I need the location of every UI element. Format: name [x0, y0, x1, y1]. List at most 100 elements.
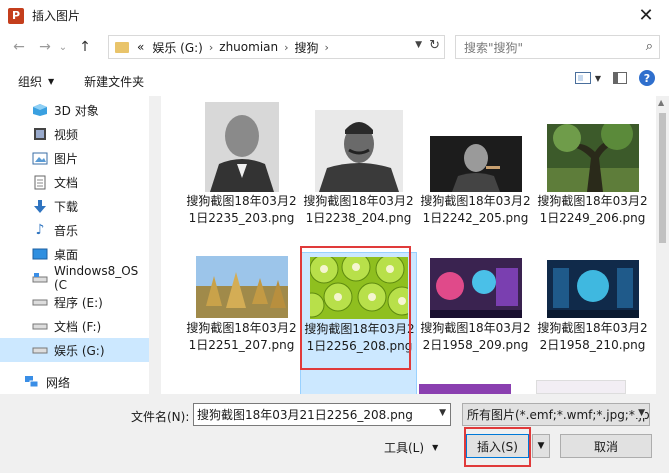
forward-button[interactable]: → — [34, 36, 56, 58]
sidebar-item-label: 音乐 — [54, 223, 79, 238]
organize-menu[interactable]: 组织 ▼ — [18, 73, 54, 90]
search-input[interactable]: 搜索"搜狗" ⌕ — [455, 35, 660, 59]
image-thumbnail — [429, 136, 522, 192]
breadcrumb-item[interactable]: zhuomian — [219, 40, 278, 54]
sidebar-item-drive-e[interactable]: 程序 (E:) — [0, 290, 150, 314]
chevron-right-icon: › — [284, 40, 289, 54]
drive-icon — [32, 319, 48, 333]
drive-icon — [32, 271, 48, 285]
insert-options-button[interactable]: ▼ — [532, 434, 550, 458]
sidebar-item-label: 下载 — [54, 199, 79, 214]
search-placeholder: 搜索"搜狗" — [464, 40, 524, 55]
tools-label: 工具(L) — [384, 441, 425, 455]
sidebar-item-documents[interactable]: 文档 — [0, 170, 150, 194]
back-button[interactable]: ← — [8, 36, 30, 58]
scroll-up-icon[interactable]: ▲ — [658, 98, 664, 107]
sidebar-item-network[interactable]: 网络 — [0, 370, 150, 394]
file-list-scrollbar[interactable]: ▲ — [656, 96, 669, 394]
drive-icon — [32, 295, 48, 309]
sidebar-item-drive-g[interactable]: 娱乐 (G:) — [0, 338, 150, 362]
sidebar-item-label: 3D 对象 — [54, 103, 99, 118]
file-tile[interactable]: 搜狗截图18年03月21日2251_207.png — [183, 252, 300, 394]
sidebar-scrollbar[interactable] — [149, 96, 161, 394]
search-icon[interactable]: ⌕ — [646, 39, 653, 54]
insert-button[interactable]: 插入(S) — [466, 434, 529, 458]
chevron-down-icon: ▼ — [636, 408, 645, 418]
file-name: 搜狗截图18年03月21日2256_208.png — [304, 322, 415, 353]
view-icon — [574, 72, 591, 84]
close-button[interactable]: ✕ — [623, 0, 669, 31]
image-thumbnail — [314, 110, 403, 192]
cancel-button[interactable]: 取消 — [560, 434, 652, 458]
sidebar-item-drive-f[interactable]: 文档 (F:) — [0, 314, 150, 338]
file-tile[interactable]: 搜狗截图18年03月21日2238_204.png — [300, 96, 417, 246]
file-name: 搜狗截图18年03月21日2249_206.png — [537, 194, 648, 225]
file-name: 搜狗截图18年03月21日2238_204.png — [303, 194, 414, 225]
chevron-down-icon: ▼ — [432, 443, 439, 452]
chevron-right-icon: › — [208, 40, 214, 54]
image-thumbnail — [536, 380, 626, 394]
up-button[interactable]: ↑ — [74, 36, 96, 58]
documents-icon — [32, 175, 48, 189]
file-tile[interactable]: 搜狗截图18年03月22日1958_210.png — [534, 252, 651, 394]
image-thumbnail — [195, 256, 288, 318]
sidebar-item-label: 文档 — [54, 175, 79, 190]
navigation-bar: ← → ⌄ ↑ « 娱乐 (G:) › zhuomian › 搜狗 › ▼ ↻ … — [0, 31, 669, 63]
sidebar-item-label: 程序 (E:) — [54, 295, 103, 310]
refresh-icon[interactable]: ↻ — [429, 38, 440, 53]
address-dropdown-icon[interactable]: ▼ — [415, 40, 422, 50]
sidebar-item-music[interactable]: ♪ 音乐 — [0, 218, 150, 242]
breadcrumb-item[interactable]: 娱乐 (G:) — [152, 39, 203, 56]
drive-icon — [32, 343, 48, 357]
new-folder-button[interactable]: 新建文件夹 — [84, 73, 144, 90]
breadcrumb-item[interactable]: 搜狗 — [295, 39, 319, 56]
chevron-down-icon[interactable]: ▼ — [439, 408, 446, 418]
change-view-button[interactable]: ▼ — [574, 72, 601, 84]
file-name: 搜狗截图18年03月21日2251_207.png — [186, 321, 297, 352]
help-icon[interactable]: ? — [639, 70, 655, 86]
image-thumbnail — [429, 258, 522, 318]
image-thumbnail — [204, 102, 279, 192]
sidebar-item-downloads[interactable]: 下载 — [0, 194, 150, 218]
image-thumbnail — [546, 260, 639, 318]
file-name: 搜狗截图18年03月22日1958_209.png — [420, 321, 531, 352]
chevron-right-icon: › — [324, 40, 329, 54]
file-name: 搜狗截图18年03月21日2235_203.png — [186, 194, 297, 225]
sidebar-item-videos[interactable]: 视频 — [0, 122, 150, 146]
video-icon — [32, 127, 48, 141]
preview-pane-icon[interactable] — [613, 72, 627, 84]
chevron-down-icon: ▼ — [48, 76, 55, 86]
file-tile[interactable]: 搜狗截图18年03月21日2242_205.png — [417, 96, 534, 246]
breadcrumb-overflow[interactable]: « — [137, 40, 144, 54]
filetype-select[interactable]: 所有图片(*.emf;*.wmf;*.jpg;*.jpeg;*.jfif ▼ — [462, 403, 650, 426]
sidebar-item-drive-c[interactable]: Windows8_OS (C — [0, 264, 150, 292]
file-name: 搜狗截图18年03月21日2242_205.png — [420, 194, 531, 225]
music-icon: ♪ — [35, 222, 45, 238]
folder-icon — [115, 41, 129, 53]
filetype-value: 所有图片(*.emf;*.wmf;*.jpg;*.jpeg;*.jfif — [467, 408, 650, 422]
file-tile[interactable]: 搜狗截图18年03月21日2235_203.png — [183, 96, 300, 246]
tools-menu[interactable]: 工具(L) ▼ — [384, 439, 438, 456]
sidebar-item-pictures[interactable]: 图片 — [0, 146, 150, 170]
recent-locations-button[interactable]: ⌄ — [56, 36, 70, 58]
address-bar[interactable]: « 娱乐 (G:) › zhuomian › 搜狗 › ▼ ↻ — [108, 35, 445, 59]
navigation-pane: 3D 对象 视频 图片 文档 下载 ♪ 音乐 桌面 Windows8_OS (C… — [0, 96, 150, 394]
file-tile[interactable]: 搜狗截图18年03月22日1958_209.png — [417, 252, 534, 394]
file-list: 搜狗截图18年03月21日2235_203.png 搜狗截图18年03月21日2… — [161, 96, 656, 394]
filename-field[interactable]: 搜狗截图18年03月21日2256_208.png ▼ — [193, 403, 451, 426]
file-tile-selected[interactable]: 搜狗截图18年03月21日2256_208.png — [300, 252, 417, 394]
file-tile[interactable]: 搜狗截图18年03月21日2249_206.png — [534, 96, 651, 246]
3d-objects-icon — [32, 103, 48, 117]
sidebar-item-label: 图片 — [54, 151, 79, 166]
chevron-down-icon: ▼ — [594, 73, 601, 83]
dialog-footer: 文件名(N): 搜狗截图18年03月21日2256_208.png ▼ 所有图片… — [0, 394, 669, 473]
powerpoint-app-icon: P — [8, 7, 24, 24]
scrollbar-thumb[interactable] — [659, 113, 666, 243]
command-bar: 组织 ▼ 新建文件夹 ▼ ? — [0, 66, 669, 96]
sidebar-item-desktop[interactable]: 桌面 — [0, 242, 150, 266]
sidebar-item-label: 视频 — [54, 127, 79, 142]
sidebar-item-3d-objects[interactable]: 3D 对象 — [0, 98, 150, 122]
filename-value: 搜狗截图18年03月21日2256_208.png — [197, 408, 413, 422]
title-bar: P 插入图片 ✕ — [0, 0, 669, 31]
image-thumbnail — [419, 384, 511, 394]
